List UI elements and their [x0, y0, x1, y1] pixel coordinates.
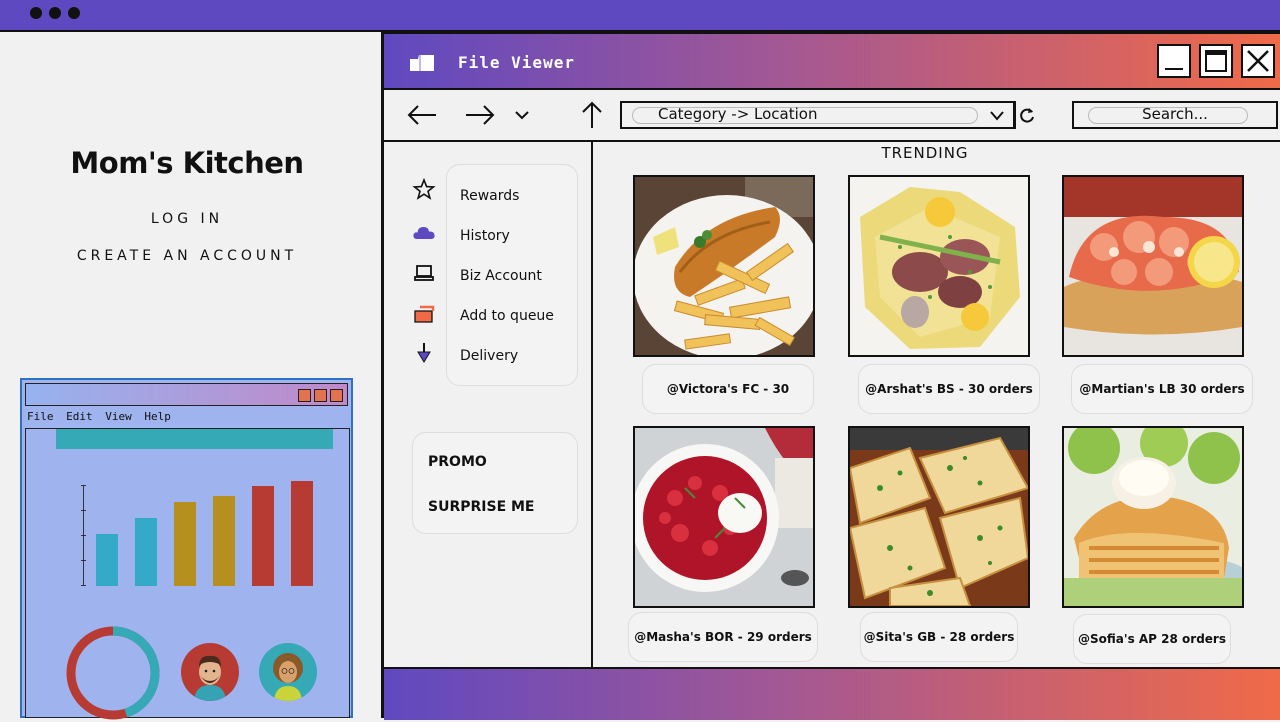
- mini-menu-view[interactable]: View: [105, 410, 132, 423]
- mini-menu-bar: File Edit View Help: [27, 410, 177, 423]
- file-viewer-window: File Viewer Category -> Location Search.…: [381, 32, 1280, 720]
- mini-menu-edit[interactable]: Edit: [66, 410, 93, 423]
- food-image-borscht[interactable]: [633, 426, 815, 608]
- folder-icon: [414, 305, 435, 323]
- left-panel: Mom's Kitchen LOG IN CREATE AN ACCOUNT F…: [0, 32, 381, 720]
- chart-bar: [174, 502, 196, 586]
- avatar-man: [181, 643, 239, 701]
- sidebar-item-rewards[interactable]: Rewards: [460, 188, 519, 204]
- chart-tick: [81, 510, 86, 511]
- laptop-icon: [414, 265, 434, 281]
- sidebar-item-add-to-queue[interactable]: Add to queue: [460, 308, 554, 324]
- window-dot-icon: [49, 7, 61, 19]
- surprise-me-link[interactable]: SURPRISE ME: [428, 499, 535, 515]
- viewer-title: File Viewer: [458, 53, 575, 72]
- chart-tick: [81, 560, 86, 561]
- chart-bar: [291, 481, 313, 586]
- search-box[interactable]: Search...: [1072, 101, 1278, 129]
- chart-tick: [81, 485, 86, 486]
- sidebar-item-biz-account[interactable]: Biz Account: [460, 268, 542, 284]
- trending-label-victora[interactable]: @Victora's FC - 30 orders: [642, 364, 814, 444]
- promo-link[interactable]: PROMO: [428, 454, 487, 470]
- sidebar-item-delivery[interactable]: Delivery: [460, 348, 518, 364]
- close-icon: [1247, 50, 1269, 72]
- cloud-icon: [413, 227, 435, 239]
- back-arrow-icon[interactable]: [406, 104, 438, 126]
- refresh-icon[interactable]: [1018, 106, 1036, 124]
- mini-dashboard-window: File Edit View Help: [20, 378, 353, 720]
- close-button[interactable]: [1241, 44, 1275, 78]
- chart-tick: [81, 535, 86, 536]
- chart-bar: [96, 534, 118, 586]
- food-image-lobster-roll[interactable]: [1062, 175, 1244, 357]
- mini-menu-file[interactable]: File: [27, 410, 54, 423]
- navigation-toolbar: Category -> Location Search...: [384, 90, 1280, 142]
- minimize-icon: [1165, 68, 1183, 70]
- mini-maximize-icon[interactable]: [314, 389, 327, 402]
- mini-menu-help[interactable]: Help: [144, 410, 171, 423]
- food-image-garlic-bread[interactable]: [848, 426, 1030, 608]
- trending-label-sofia[interactable]: @Sofia's AP 28 orders: [1073, 614, 1231, 664]
- viewer-titlebar: File Viewer: [384, 34, 1280, 90]
- food-image-beef-salad[interactable]: [848, 175, 1030, 357]
- trending-heading: TRENDING: [881, 144, 969, 162]
- arrow-down-icon: [417, 343, 431, 363]
- maximize-icon: [1205, 50, 1227, 72]
- brand-title: Mom's Kitchen: [70, 146, 304, 180]
- maximize-button[interactable]: [1199, 44, 1233, 78]
- star-icon: [412, 178, 436, 200]
- address-dropdown-icon[interactable]: [989, 110, 1005, 122]
- food-image-apple-pie[interactable]: [1062, 426, 1244, 608]
- login-link[interactable]: LOG IN: [0, 211, 374, 227]
- create-account-link[interactable]: CREATE AN ACCOUNT: [0, 248, 374, 264]
- forward-arrow-icon[interactable]: [464, 104, 496, 126]
- address-bar[interactable]: Category -> Location: [620, 101, 1034, 129]
- avatar-woman: [259, 643, 317, 701]
- search-input[interactable]: Search...: [1074, 105, 1276, 123]
- donut-chart: [66, 626, 160, 720]
- address-text: Category -> Location: [658, 105, 818, 123]
- mini-close-icon[interactable]: [330, 389, 343, 402]
- window-dot-icon: [68, 7, 80, 19]
- mini-banner: [56, 429, 333, 449]
- chart-bar: [135, 518, 157, 586]
- viewer-sidebar: Rewards History Biz Account Add to queue…: [384, 142, 593, 667]
- mini-minimize-icon[interactable]: [298, 389, 311, 402]
- trending-label-martian[interactable]: @Martian's LB 30 orders: [1071, 364, 1253, 414]
- sidebar-item-history[interactable]: History: [460, 228, 510, 244]
- trending-label-sita[interactable]: @Sita's GB - 28 orders: [860, 612, 1018, 662]
- mini-window-titlebar: [25, 383, 348, 406]
- food-image-fish-and-chips[interactable]: [633, 175, 815, 357]
- up-arrow-icon[interactable]: [581, 100, 603, 130]
- chart-bar: [252, 486, 274, 586]
- viewer-footer: [384, 667, 1280, 720]
- chevron-down-icon[interactable]: [515, 110, 529, 120]
- window-dot-icon: [30, 7, 42, 19]
- trending-content: TRENDING @Victora's FC - 30 @Arshat's BS…: [595, 142, 1280, 667]
- chart-tick: [81, 585, 86, 586]
- minimize-button[interactable]: [1157, 44, 1191, 78]
- folder-icon: [410, 55, 434, 71]
- promo-card: [412, 432, 578, 534]
- trending-label-arshat[interactable]: @Arshat's BS - 30 orders: [858, 364, 1040, 414]
- top-bar: [0, 0, 1280, 32]
- trending-label-masha[interactable]: @Masha's BOR - 29 orders: [628, 612, 818, 662]
- chart-bar: [213, 496, 235, 586]
- mini-chart-area: [25, 428, 350, 720]
